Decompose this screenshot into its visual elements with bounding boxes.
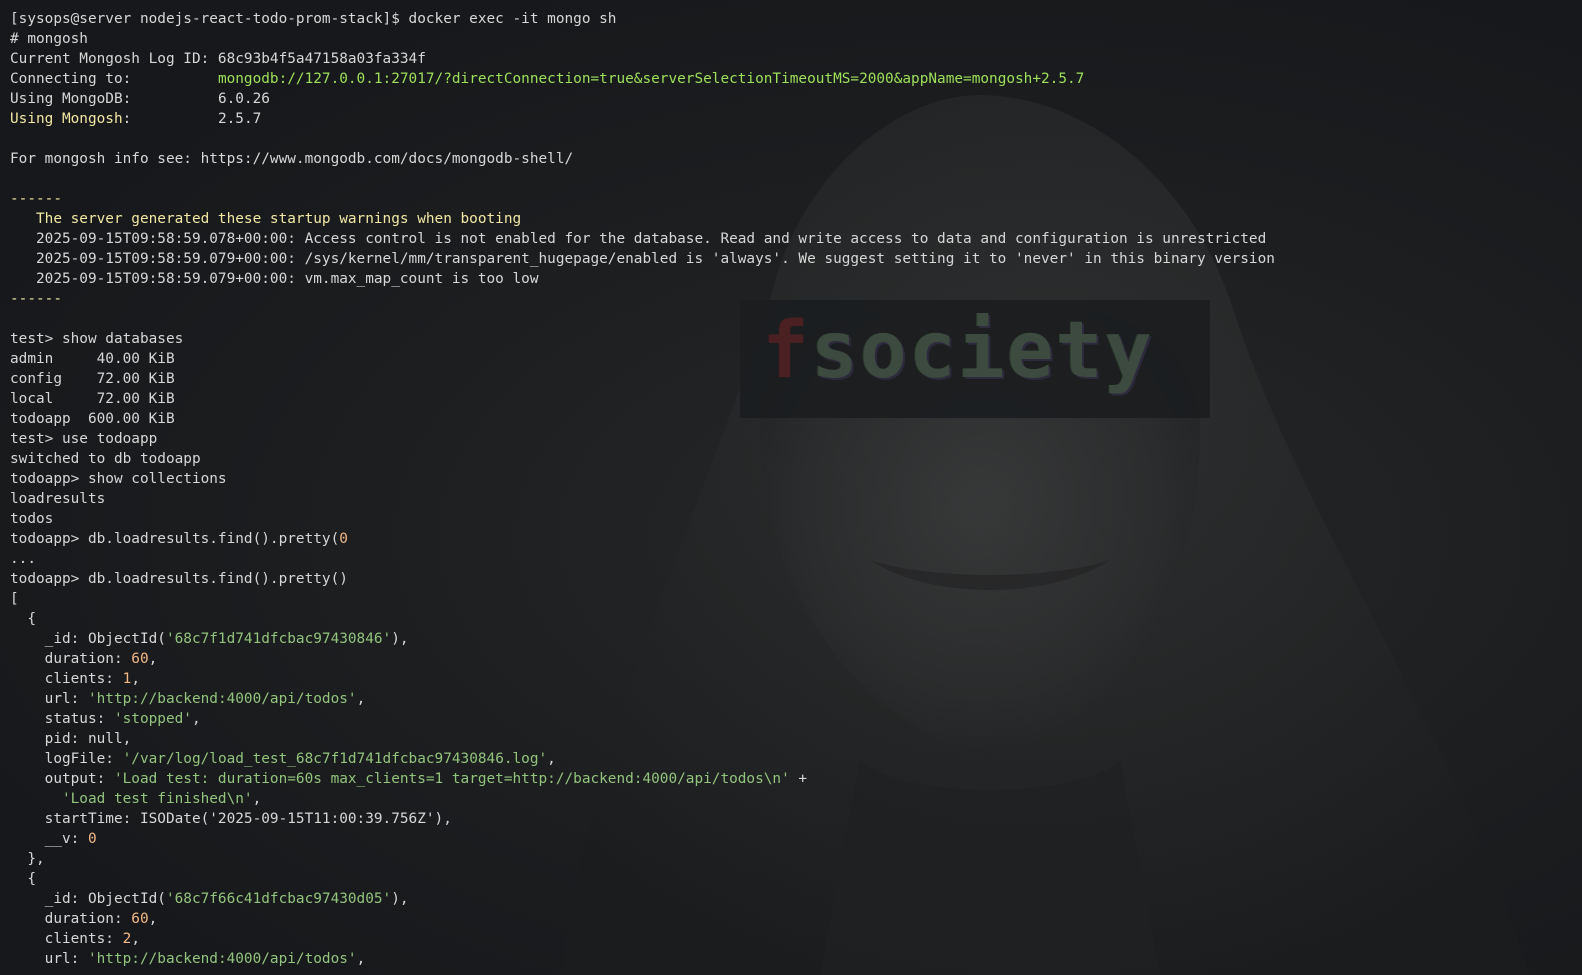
record-id-field: _id: ObjectId('68c7f1d741dfcbac97430846'… — [10, 631, 409, 647]
warning-separator-bottom: ------ — [10, 291, 62, 307]
find-command-typo: todoapp> db.loadresults.find().pretty(0 — [10, 531, 348, 547]
record-id-field: _id: ObjectId('68c7f66c41dfcbac97430d05'… — [10, 891, 409, 907]
warning-line-1: 2025-09-15T09:58:59.078+00:00: Access co… — [10, 231, 1267, 247]
warning-line-2: 2025-09-15T09:58:59.079+00:00: /sys/kern… — [10, 251, 1275, 267]
record-status-field: status: 'stopped', — [10, 711, 201, 727]
warning-title: The server generated these startup warni… — [10, 211, 522, 227]
record-url-field: url: 'http://backend:4000/api/todos', — [10, 691, 366, 707]
log-id-line: Current Mongosh Log ID: 68c93b4f5a47158a… — [10, 51, 426, 67]
database-row: admin 40.00 KiB — [10, 351, 175, 367]
warning-separator-top: ------ — [10, 191, 62, 207]
info-line: For mongosh info see: https://www.mongod… — [10, 151, 574, 167]
record-open-brace: { — [10, 871, 36, 887]
result-open-bracket: [ — [10, 591, 19, 607]
connection-url: mongodb://127.0.0.1:27017/?directConnect… — [217, 71, 1085, 87]
continuation-prompt: ... — [10, 551, 36, 567]
record-url-field: url: 'http://backend:4000/api/todos', — [10, 951, 366, 967]
find-command: todoapp> db.loadresults.find().pretty() — [10, 571, 348, 587]
docker-exec-command: [sysops@server nodejs-react-todo-prom-st… — [10, 11, 617, 27]
show-collections-command: todoapp> show collections — [10, 471, 227, 487]
record-clients-field: clients: 2, — [10, 931, 140, 947]
database-row: local 72.00 KiB — [10, 391, 175, 407]
use-db-command: test> use todoapp — [10, 431, 158, 447]
database-row: config 72.00 KiB — [10, 371, 175, 387]
record-output-field: output: 'Load test: duration=60s max_cli… — [10, 771, 808, 787]
record-pid-field: pid: null, — [10, 731, 132, 747]
terminal-window[interactable]: fsociety [sysops@server nodejs-react-tod… — [0, 0, 1582, 975]
record-output-continuation: 'Load test finished\n', — [61, 791, 262, 807]
switched-db-message: switched to db todoapp — [10, 451, 201, 467]
record-clients-field: clients: 1, — [10, 671, 140, 687]
show-databases-command: test> show databases — [10, 331, 184, 347]
record-duration-field: duration: 60, — [10, 911, 158, 927]
collection-row: loadresults — [10, 491, 106, 507]
warning-line-3: 2025-09-15T09:58:59.079+00:00: vm.max_ma… — [10, 271, 539, 287]
mongosh-version-line: Using Mongosh: 2.5.7 — [10, 111, 262, 127]
record-starttime-field: startTime: ISODate('2025-09-15T11:00:39.… — [10, 811, 452, 827]
terminal-output[interactable]: [sysops@server nodejs-react-todo-prom-st… — [10, 9, 1275, 969]
record-logfile-field: logFile: '/var/log/load_test_68c7f1d741d… — [10, 751, 556, 767]
database-row: todoapp 600.00 KiB — [10, 411, 175, 427]
mongodb-version-line: Using MongoDB: 6.0.26 — [10, 91, 270, 107]
collection-row: todos — [10, 511, 54, 527]
mongosh-command: # mongosh — [10, 31, 88, 47]
record-duration-field: duration: 60, — [10, 651, 158, 667]
record-version-field: __v: 0 — [10, 831, 97, 847]
record-close-brace: }, — [10, 851, 45, 867]
connecting-line: Connecting to: mongodb://127.0.0.1:27017… — [10, 71, 1085, 87]
record-open-brace: { — [10, 611, 36, 627]
